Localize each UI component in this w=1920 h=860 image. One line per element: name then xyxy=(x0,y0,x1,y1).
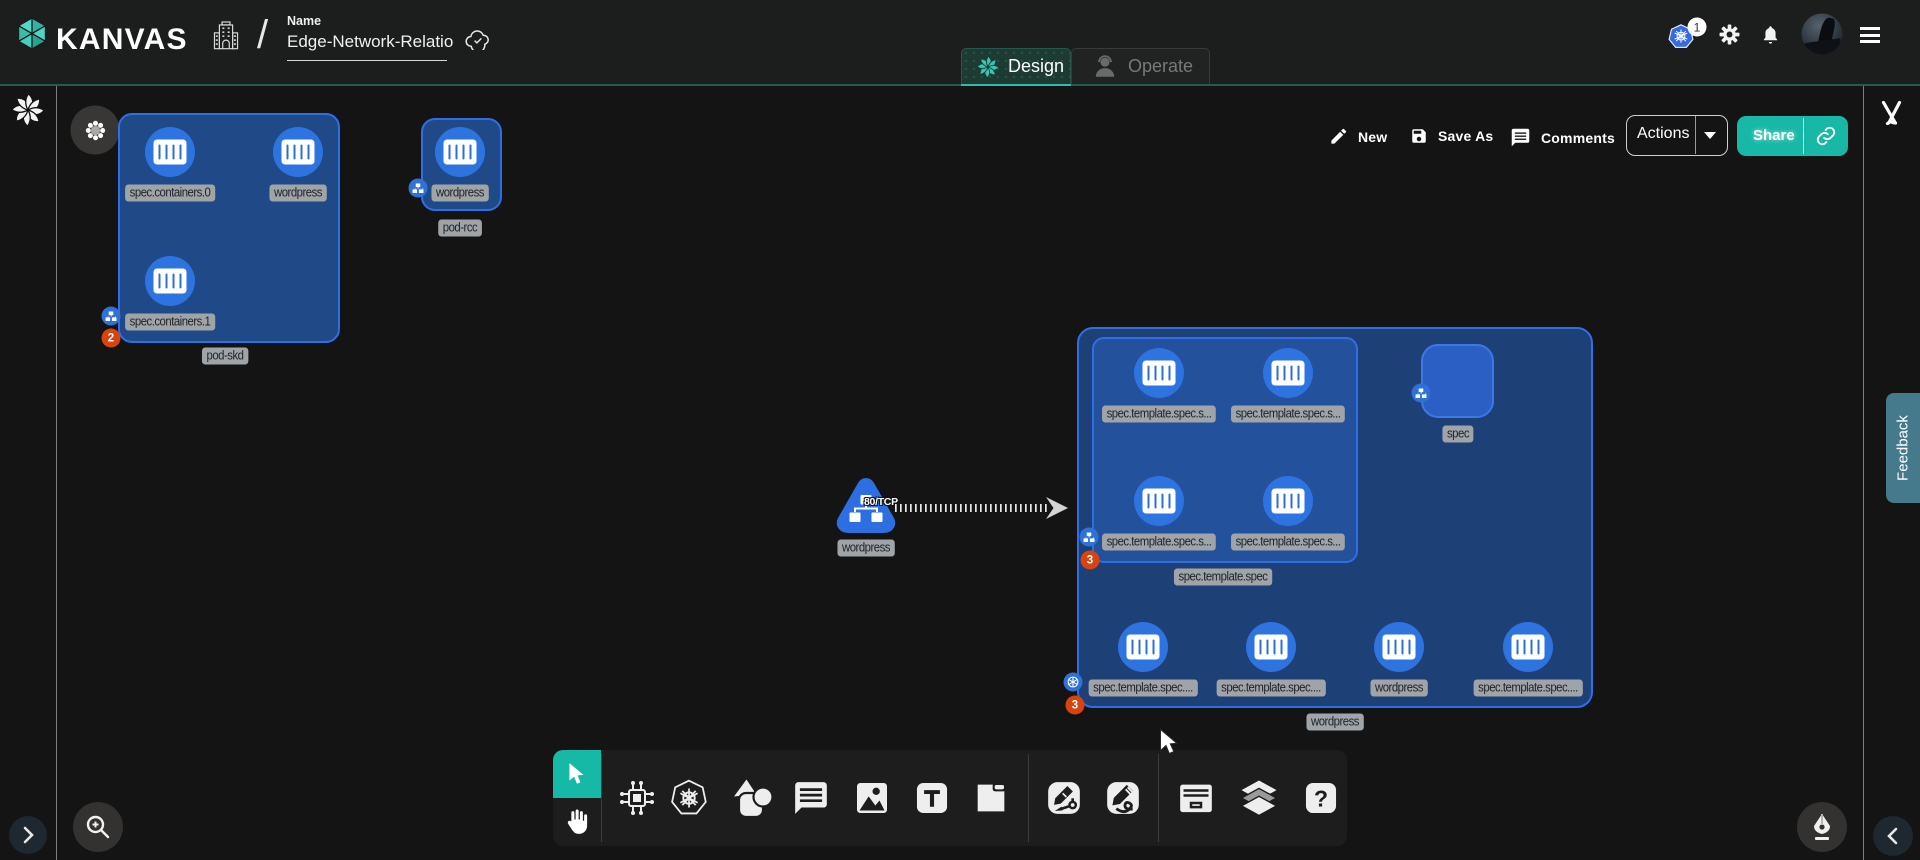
svg-text:1: 1 xyxy=(1694,20,1701,34)
svg-text:?: ? xyxy=(1314,785,1328,811)
